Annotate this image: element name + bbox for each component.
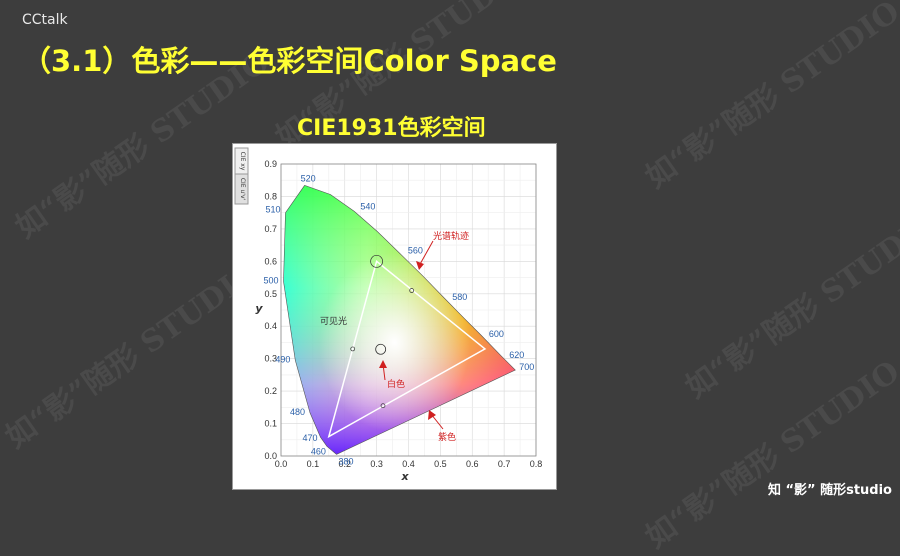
annotation-spectral-locus: 光谱轨迹 [433,230,469,242]
annotation-purple: 紫色 [438,431,456,443]
wavelength-label: 460 [311,446,326,456]
annotation-visible: 可见光 [320,315,347,327]
y-tick-label: 0.1 [264,419,277,429]
wavelength-label: 520 [301,173,316,183]
wavelength-label: 500 [264,275,279,285]
wavelength-label: 580 [452,292,467,302]
wavelength-label: 540 [360,201,375,211]
x-tick-label: 0.5 [434,459,447,469]
annotation-white: 白色 [387,378,405,390]
x-tick-label: 0.4 [402,459,415,469]
wavelength-label: 470 [303,433,318,443]
y-tick-label: 0.2 [264,386,277,396]
wavelength-label: 620 [509,350,524,360]
x-tick-label: 0.6 [466,459,479,469]
wavelength-label: 480 [290,407,305,417]
watermark: 如“影”随形 STUDIO [0,254,267,456]
x-tick-label: 0.8 [530,459,543,469]
cie-diagram-svg: CIE xy CIE u'v' 0.0 0.1 0.2 0.3 0.4 0.5 0.6 0.7… [234,147,543,483]
tab-cie-xy-label: CIE xy [239,152,246,171]
wavelength-label: 700 [519,362,534,372]
x-tick-label: 0.3 [370,459,383,469]
tab-cie-uv-label: CIE u'v' [239,178,246,201]
y-tick-label: 0.7 [264,224,277,234]
watermark: 如“影”随形 STUDIO [679,204,900,406]
watermark: 如“影”随形 STUDIO [639,354,900,556]
wavelength-label: 560 [408,246,423,256]
diagram-title: CIE1931色彩空间 [297,116,486,141]
arrowhead [416,261,424,270]
watermark: 如“影”随形 STUDIO [639,0,900,196]
y-tick-label: 0.5 [264,289,277,299]
y-tick-label: 0.4 [264,321,277,331]
chromaticity-diagram-panel: CIE xy CIE u'v' 0.0 0.1 0.2 0.3 0.4 0.5 0.6 0.7… [232,143,557,490]
wavelength-label: 380 [338,456,353,466]
wavelength-label: 510 [265,205,280,215]
x-tick-label: 0.1 [307,459,320,469]
y-axis-label: y [255,302,263,315]
y-tick-label: 0.8 [264,191,277,201]
x-tick-label: 0.7 [498,459,511,469]
y-tick-label: 0.6 [264,256,277,266]
wavelength-label: 600 [489,329,504,339]
y-tick-label: 0.0 [264,451,277,461]
x-axis-label: x [400,470,409,483]
visible-gamut [283,185,516,455]
slide-title: （3.1）色彩——色彩空间Color Space [22,44,557,78]
y-tick-label: 0.9 [264,159,277,169]
wavelength-label: 490 [275,354,290,364]
brand-label: CCtalk [22,12,68,28]
studio-logo: 知 “影” 随形studio [767,483,892,498]
